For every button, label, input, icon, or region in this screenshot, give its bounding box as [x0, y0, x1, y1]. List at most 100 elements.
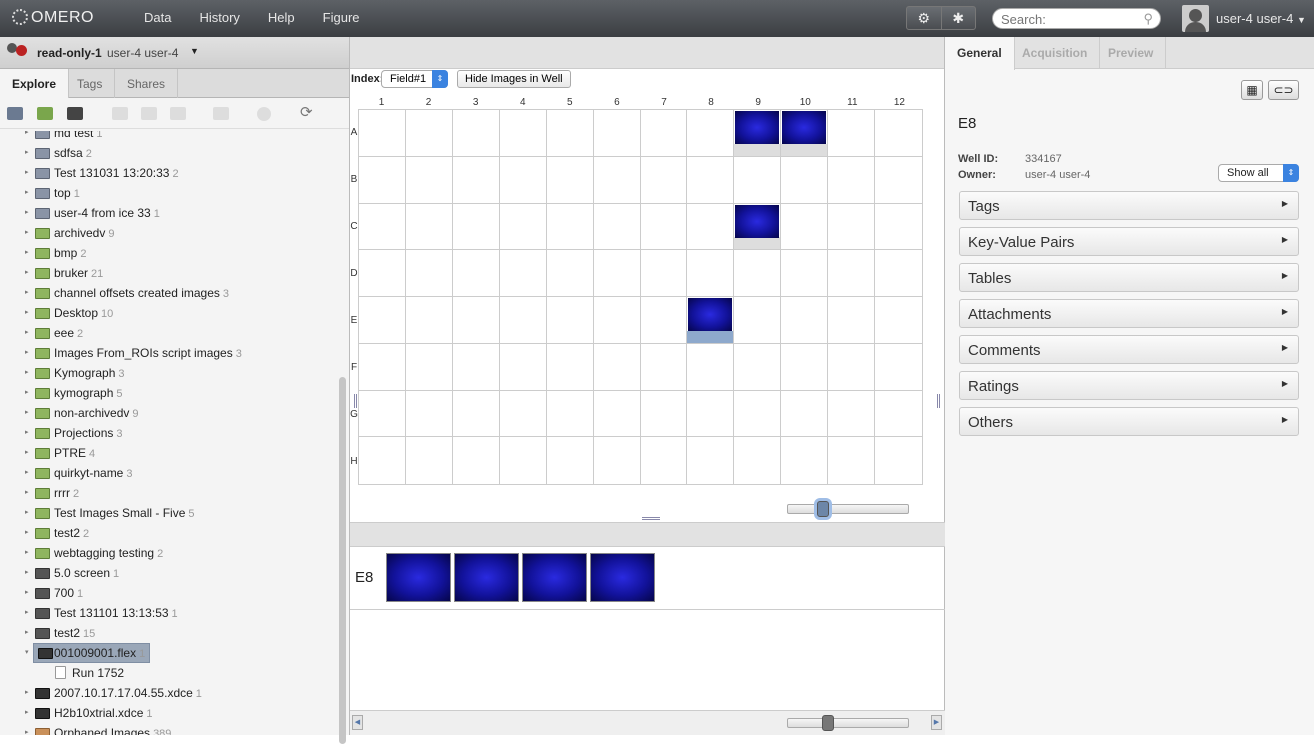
tree-item[interactable]: ▸ Projections 3: [0, 423, 338, 443]
plate-well[interactable]: [547, 437, 594, 484]
plate-well[interactable]: [781, 390, 829, 438]
plate-well[interactable]: [405, 250, 453, 297]
tab-shares[interactable]: Shares: [115, 69, 179, 98]
well-image-thumbnail[interactable]: [386, 553, 451, 602]
plate-well[interactable]: [593, 110, 641, 157]
plate-well[interactable]: [687, 250, 735, 297]
plate-well[interactable]: [593, 156, 641, 204]
plate-well[interactable]: [828, 297, 876, 344]
plate-well[interactable]: [781, 156, 829, 204]
plate-well[interactable]: [452, 203, 500, 251]
tab-preview[interactable]: Preview: [1096, 37, 1167, 69]
tree-item[interactable]: ▸ Desktop 10: [0, 303, 338, 323]
plate-well[interactable]: [687, 297, 735, 344]
section-comments[interactable]: Comments ▶: [959, 335, 1299, 364]
tab-tags[interactable]: Tags: [65, 69, 116, 98]
plate-well[interactable]: [828, 343, 876, 391]
scripts-stars-icon[interactable]: ✱: [940, 7, 976, 29]
chevron-right-icon[interactable]: ▸: [25, 483, 29, 503]
well-thumbnail[interactable]: [735, 204, 780, 238]
grid-view-icon[interactable]: ▦: [1241, 80, 1263, 100]
plate-well[interactable]: [687, 203, 735, 251]
plate-well[interactable]: [405, 203, 453, 251]
tree-item[interactable]: ▸ kymograph 5: [0, 383, 338, 403]
plate-well[interactable]: [875, 297, 922, 344]
zoom-slider-thumb[interactable]: [821, 715, 834, 731]
plate-well[interactable]: [452, 156, 500, 204]
nav-data[interactable]: Data: [130, 0, 185, 37]
tree-item[interactable]: ▸ Orphaned Images 389: [0, 723, 338, 735]
plate-well[interactable]: [499, 203, 547, 251]
nav-history[interactable]: History: [185, 0, 253, 37]
tree-item[interactable]: ▸ archivedv 9: [0, 223, 338, 243]
new-dataset-icon[interactable]: [37, 107, 53, 120]
zoom-slider-bottom[interactable]: [787, 715, 909, 731]
tab-acquisition[interactable]: Acquisition: [1010, 37, 1101, 69]
plate-well[interactable]: [499, 110, 547, 157]
chevron-right-icon[interactable]: ▸: [25, 303, 29, 323]
chevron-right-icon[interactable]: ▸: [25, 583, 29, 603]
plate-well[interactable]: [734, 437, 782, 484]
plate-well[interactable]: [640, 390, 688, 438]
plate-well[interactable]: [828, 250, 876, 297]
chevron-right-icon[interactable]: ▸: [25, 323, 29, 343]
plate-well[interactable]: [828, 110, 876, 157]
tree-item[interactable]: ▸ quirkyt-name 3: [0, 463, 338, 483]
well-thumbnail[interactable]: [688, 298, 733, 331]
section-tags[interactable]: Tags ▶: [959, 191, 1299, 220]
plate-well[interactable]: [781, 110, 829, 157]
plate-well[interactable]: [359, 156, 406, 204]
plate-well[interactable]: [828, 156, 876, 204]
plate-well[interactable]: [781, 203, 829, 251]
tree-item[interactable]: ▸ top 1: [0, 183, 338, 203]
plate-well[interactable]: [640, 110, 688, 157]
tree-item[interactable]: ▸ webtagging testing 2: [0, 543, 338, 563]
plate-well[interactable]: [499, 156, 547, 204]
chevron-right-icon[interactable]: ▸: [25, 263, 29, 283]
avatar[interactable]: [1182, 5, 1209, 32]
plate-well[interactable]: [359, 110, 406, 157]
tree-item[interactable]: ▸ user-4 from ice 33 1: [0, 203, 338, 223]
chevron-down-icon[interactable]: ▾: [25, 643, 29, 663]
plate-well[interactable]: [781, 297, 829, 344]
well-thumbnail[interactable]: [782, 111, 827, 144]
search-input[interactable]: [1001, 12, 1136, 27]
plate-well[interactable]: [594, 437, 641, 484]
chevron-right-icon[interactable]: ▸: [25, 143, 29, 163]
plate-well[interactable]: [406, 437, 453, 484]
chevron-right-icon[interactable]: ▸: [25, 623, 29, 643]
chevron-right-icon[interactable]: ▸: [25, 343, 29, 363]
show-all-select[interactable]: Show all ⇕: [1218, 164, 1299, 182]
plate-well[interactable]: [875, 437, 922, 484]
tree-item[interactable]: ▸ rrrr 2: [0, 483, 338, 503]
plate-well[interactable]: [640, 343, 688, 391]
well-image-thumbnail[interactable]: [522, 553, 587, 602]
plate-well[interactable]: [500, 437, 547, 484]
hide-images-button[interactable]: Hide Images in Well: [457, 70, 571, 88]
plate-well[interactable]: [405, 390, 453, 438]
tree-item[interactable]: ▸ sdfsa 2: [0, 143, 338, 163]
settings-gear-icon[interactable]: ⚙: [907, 7, 941, 29]
chevron-right-icon[interactable]: ▸: [25, 203, 29, 223]
plate-well[interactable]: [359, 203, 406, 251]
chevron-right-icon[interactable]: ▸: [25, 423, 29, 443]
well-image-thumbnail[interactable]: [454, 553, 519, 602]
plate-well[interactable]: [499, 297, 547, 344]
tree-item[interactable]: ▸ Test 131031 13:20:33 2: [0, 163, 338, 183]
plate-well[interactable]: [828, 203, 876, 251]
chevron-right-icon[interactable]: ▸: [25, 223, 29, 243]
section-tables[interactable]: Tables ▶: [959, 263, 1299, 292]
plate-well[interactable]: [687, 156, 735, 204]
plate-well[interactable]: [452, 250, 500, 297]
section-attachments[interactable]: Attachments ▶: [959, 299, 1299, 328]
tree-item[interactable]: ▸ Test 131101 13:13:53 1: [0, 603, 338, 623]
plate-well[interactable]: [641, 437, 688, 484]
delete-icon[interactable]: [213, 107, 229, 120]
nav-help[interactable]: Help: [254, 0, 309, 37]
chevron-right-icon[interactable]: ▸: [25, 283, 29, 303]
tab-general[interactable]: General: [945, 37, 1015, 70]
zoom-slider-thumb[interactable]: [816, 501, 829, 517]
tree-item[interactable]: ▸ 2007.10.17.17.04.55.xdce 1: [0, 683, 338, 703]
well-thumbnail[interactable]: [735, 111, 780, 144]
chevron-right-icon[interactable]: ▸: [25, 243, 29, 263]
